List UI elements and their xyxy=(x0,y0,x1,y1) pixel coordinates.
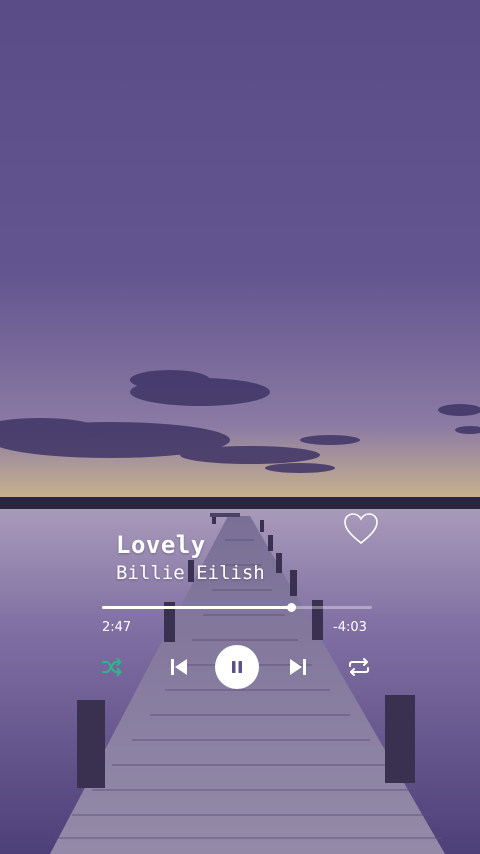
previous-button[interactable] xyxy=(168,657,190,677)
elapsed-time: 2:47 xyxy=(102,620,132,635)
progress-fill xyxy=(102,606,291,609)
pause-icon xyxy=(232,661,242,673)
progress-bar[interactable] xyxy=(102,603,372,612)
heart-outline-icon xyxy=(344,513,378,545)
skip-previous-icon xyxy=(171,659,187,675)
skip-next-icon xyxy=(290,659,306,675)
track-artist: Billie Eilish xyxy=(116,562,265,584)
track-title: Lovely xyxy=(116,531,206,559)
player-overlay: Lovely Billie Eilish 2:47 -4:03 xyxy=(0,0,480,854)
progress-knob[interactable] xyxy=(286,603,296,612)
shuffle-icon xyxy=(102,658,122,676)
remaining-time: -4:03 xyxy=(333,620,367,635)
play-pause-button[interactable] xyxy=(215,645,259,689)
repeat-button[interactable] xyxy=(347,657,371,677)
repeat-icon xyxy=(349,658,369,676)
favorite-button[interactable] xyxy=(343,512,379,546)
next-button[interactable] xyxy=(287,657,309,677)
shuffle-button[interactable] xyxy=(101,657,123,677)
